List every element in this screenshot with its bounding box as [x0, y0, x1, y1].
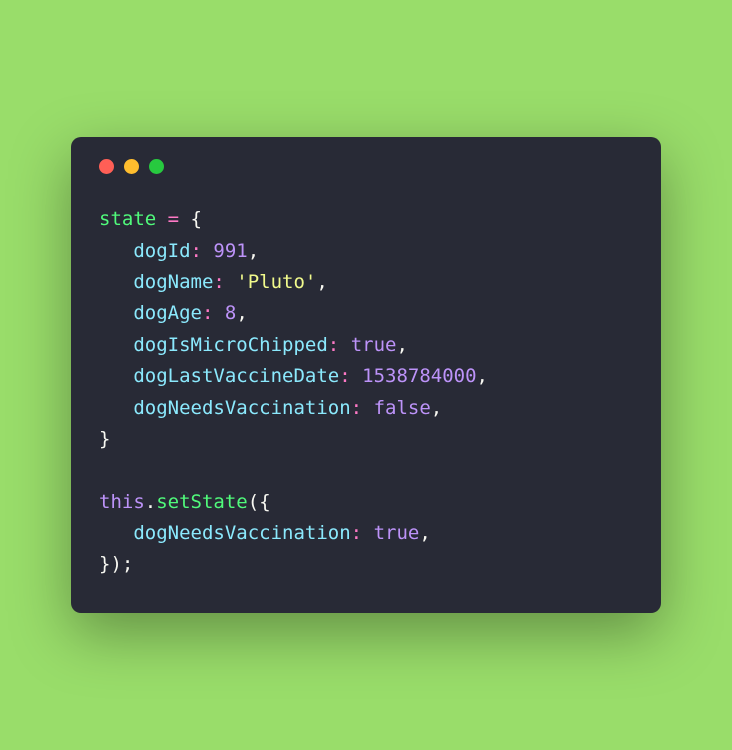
- indent: [99, 397, 133, 419]
- prop-key: dogNeedsVaccination: [133, 397, 350, 419]
- prop-key: dogAge: [133, 302, 202, 324]
- colon: :: [351, 522, 374, 544]
- indent: [99, 240, 133, 262]
- prop-key: dogName: [133, 271, 213, 293]
- comma: ,: [431, 397, 442, 419]
- comma: ,: [477, 365, 488, 387]
- prop-value: true: [374, 522, 420, 544]
- close-icon[interactable]: [99, 159, 114, 174]
- comma: ,: [316, 271, 327, 293]
- prop-value: 'Pluto': [236, 271, 316, 293]
- indent: [99, 522, 133, 544]
- this-keyword: this: [99, 491, 145, 513]
- prop-key: dogIsMicroChipped: [133, 334, 327, 356]
- colon: :: [328, 334, 351, 356]
- code-window: state = { dogId: 991, dogName: 'Pluto', …: [71, 137, 661, 612]
- indent: [99, 365, 133, 387]
- comma: ,: [236, 302, 247, 324]
- prop-key: dogId: [133, 240, 190, 262]
- minimize-icon[interactable]: [124, 159, 139, 174]
- colon: :: [213, 271, 236, 293]
- semicolon: ;: [122, 553, 133, 575]
- colon: :: [191, 240, 214, 262]
- colon: :: [351, 397, 374, 419]
- prop-value: 1538784000: [362, 365, 476, 387]
- comma: ,: [248, 240, 259, 262]
- window-title-bar: [99, 159, 633, 174]
- colon: :: [339, 365, 362, 387]
- indent: [99, 334, 133, 356]
- prop-key: dogNeedsVaccination: [133, 522, 350, 544]
- prop-key: dogLastVaccineDate: [133, 365, 339, 387]
- close-paren: ): [110, 553, 121, 575]
- close-brace: }: [99, 553, 110, 575]
- dot: .: [145, 491, 156, 513]
- prop-value: true: [351, 334, 397, 356]
- prop-value: 991: [213, 240, 247, 262]
- prop-value: false: [374, 397, 431, 419]
- indent: [99, 271, 133, 293]
- indent: [99, 302, 133, 324]
- open-brace: {: [191, 208, 202, 230]
- colon: :: [202, 302, 225, 324]
- maximize-icon[interactable]: [149, 159, 164, 174]
- code-block: state = { dogId: 991, dogName: 'Pluto', …: [99, 204, 633, 580]
- comma: ,: [396, 334, 407, 356]
- setstate-function: setState: [156, 491, 248, 513]
- state-variable: state: [99, 208, 156, 230]
- equals-operator: =: [156, 208, 190, 230]
- open-brace: {: [259, 491, 270, 513]
- open-paren: (: [248, 491, 259, 513]
- comma: ,: [419, 522, 430, 544]
- prop-value: 8: [225, 302, 236, 324]
- close-brace: }: [99, 428, 110, 450]
